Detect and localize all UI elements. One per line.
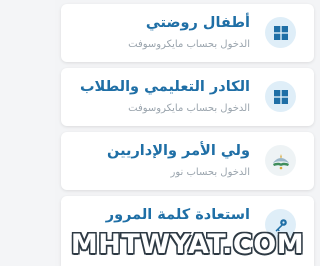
- watermark-text: MHTWYAT.COM: [70, 228, 305, 260]
- login-option-kindergarten[interactable]: أطفال روضتي الدخول بحساب مايكروسوفت: [61, 4, 314, 62]
- noor-logo-icon: [265, 145, 296, 176]
- option-subtitle: الدخول بحساب مايكروسوفت: [128, 39, 250, 50]
- option-title: أطفال روضتي: [145, 15, 250, 31]
- option-title: ولي الأمر والإداريين: [107, 143, 250, 159]
- windows-logo-icon: [265, 81, 296, 112]
- option-subtitle: الدخول بحساب مايكروسوفت: [128, 103, 250, 114]
- login-option-parents-admins[interactable]: ولي الأمر والإداريين الدخول بحساب نور: [61, 132, 314, 190]
- option-title: الكادر التعليمي والطلاب: [79, 79, 250, 95]
- windows-logo-icon: [265, 17, 296, 48]
- watermark: MHTWYAT.COM: [55, 222, 320, 266]
- login-options-page: أطفال روضتي الدخول بحساب مايكروسوفت الكا…: [55, 0, 320, 266]
- option-subtitle: الدخول بحساب نور: [170, 167, 250, 178]
- login-option-staff-students[interactable]: الكادر التعليمي والطلاب الدخول بحساب ماي…: [61, 68, 314, 126]
